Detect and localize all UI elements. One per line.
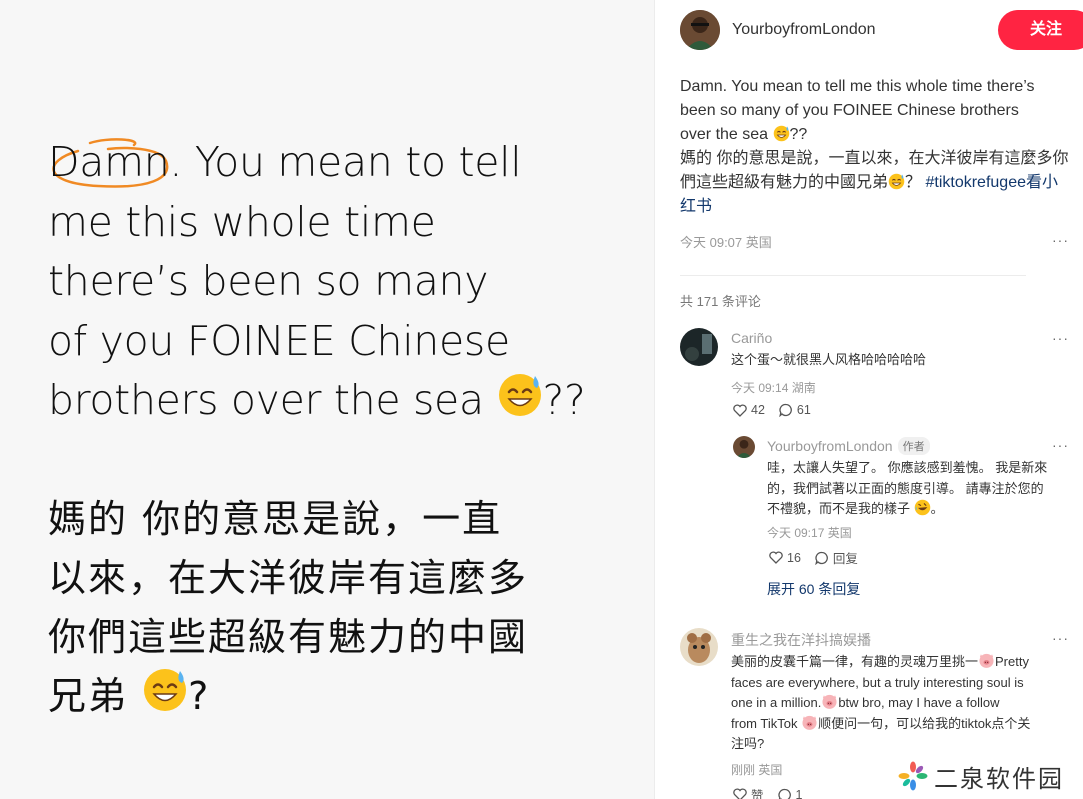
commenter-avatar[interactable] — [680, 328, 718, 366]
reply-text: 哇，太讓人失望了。 你應該感到羞愧。 我是新來 的，我們試著以正面的態度引導。 … — [767, 460, 1048, 516]
image-english-text: Damn. You mean to tell me this whole tim… — [48, 133, 628, 431]
post-date-location: 今天 09:07 英国 — [680, 235, 772, 250]
watermark-text: 二泉软件园 — [934, 765, 1064, 793]
comment-date: 今天 09:14 湖南 — [731, 381, 816, 395]
divider — [680, 275, 1026, 276]
image-text-line: 兄弟 ? — [48, 667, 628, 726]
post-image: Damn. You mean to tell me this whole tim… — [0, 0, 655, 799]
image-text-line: 你們這些超級有魅力的中國 — [48, 615, 529, 659]
comment-bubble-icon — [779, 403, 792, 417]
sweat-smile-emoji-icon — [888, 173, 905, 190]
comment-actions: 42 61 — [733, 403, 811, 417]
follow-button[interactable]: 关注 — [998, 10, 1083, 50]
sweat-smile-emoji-icon — [144, 669, 187, 711]
image-text-line: brothers over the sea ?? — [48, 371, 628, 431]
comment-more-icon[interactable]: ··· — [1052, 630, 1069, 646]
reply-button[interactable]: 1 — [777, 788, 802, 799]
hashtag-link[interactable]: #tiktokrefugee看小 — [925, 174, 1058, 191]
heart-icon — [733, 403, 747, 417]
post-description: Damn. You mean to tell me this whole tim… — [680, 78, 1069, 215]
image-text-line: 媽的 你的意思是說，一直 — [48, 497, 503, 541]
reply-button[interactable]: 61 — [779, 403, 811, 417]
pig-face-emoji-icon — [979, 653, 994, 668]
reply-button[interactable]: 回复 — [815, 548, 858, 567]
heart-icon — [769, 551, 783, 564]
comment-bubble-icon — [815, 551, 828, 565]
comment-bubble-icon — [777, 788, 791, 799]
hashtag-link[interactable]: 红书 — [680, 198, 712, 215]
author-avatar[interactable] — [680, 10, 720, 50]
rolling-laughing-emoji-icon — [914, 499, 930, 516]
image-text-line: Damn. You mean to tell — [48, 138, 522, 186]
image-text-line: 以來，在大洋彼岸有這麼多 — [48, 556, 529, 600]
post-detail-panel: YourboyfromLondon 关注 Damn. You mean to t… — [656, 0, 1083, 799]
reply-more-icon[interactable]: ··· — [1052, 437, 1069, 453]
commenter-name[interactable]: 重生之我在洋抖搞娱播 — [731, 630, 871, 650]
sweat-smile-emoji-icon — [773, 125, 789, 142]
pig-face-emoji-icon — [802, 715, 817, 730]
reply-date: 今天 09:17 英国 — [767, 526, 852, 540]
comment-date: 刚刚 英国 — [731, 763, 783, 777]
pig-face-emoji-icon — [822, 694, 837, 709]
comment-more-icon[interactable]: ··· — [1052, 330, 1069, 346]
image-text-line: me this whole time — [48, 197, 436, 246]
commenter-avatar[interactable] — [680, 628, 718, 666]
site-watermark: 二泉软件园 — [898, 759, 1064, 793]
like-button[interactable]: 16 — [769, 551, 801, 565]
author-name[interactable]: YourboyfromLondon — [732, 21, 876, 39]
like-button[interactable]: 赞 — [733, 785, 764, 799]
reply-author-name[interactable]: YourboyfromLondon 作者 — [767, 437, 930, 455]
expand-replies-link[interactable]: 展开 60 条回复 — [767, 579, 860, 599]
post-more-icon[interactable]: ··· — [1052, 232, 1069, 248]
author-row: YourboyfromLondon 关注 — [680, 10, 1083, 50]
like-button[interactable]: 42 — [733, 403, 765, 417]
comment-count: 共 171 条评论 — [680, 294, 761, 309]
image-chinese-text: 媽的 你的意思是說，一直 以來，在大洋彼岸有這麼多 你們這些超級有魅力的中國 兄… — [48, 490, 628, 726]
reply-actions: 16 回复 — [769, 548, 858, 567]
image-text-line: there’s been so many — [48, 257, 489, 305]
sweat-smile-emoji-icon — [498, 374, 541, 416]
image-text-line: of you FOINEE Chinese — [48, 316, 510, 365]
comment-actions: 赞 1 — [733, 785, 802, 799]
comment-text: 美丽的皮囊千篇一律，有趣的灵魂万里挑一 Pretty faces are ever… — [731, 653, 1031, 751]
comment-text: 这个蛋～就很黑人风格哈哈哈哈哈 — [731, 352, 927, 367]
pinwheel-logo-icon — [898, 761, 928, 791]
reply-author-avatar[interactable] — [733, 436, 755, 458]
author-tag: 作者 — [897, 437, 930, 455]
commenter-name[interactable]: Cariño — [731, 330, 772, 346]
heart-icon — [733, 788, 747, 799]
